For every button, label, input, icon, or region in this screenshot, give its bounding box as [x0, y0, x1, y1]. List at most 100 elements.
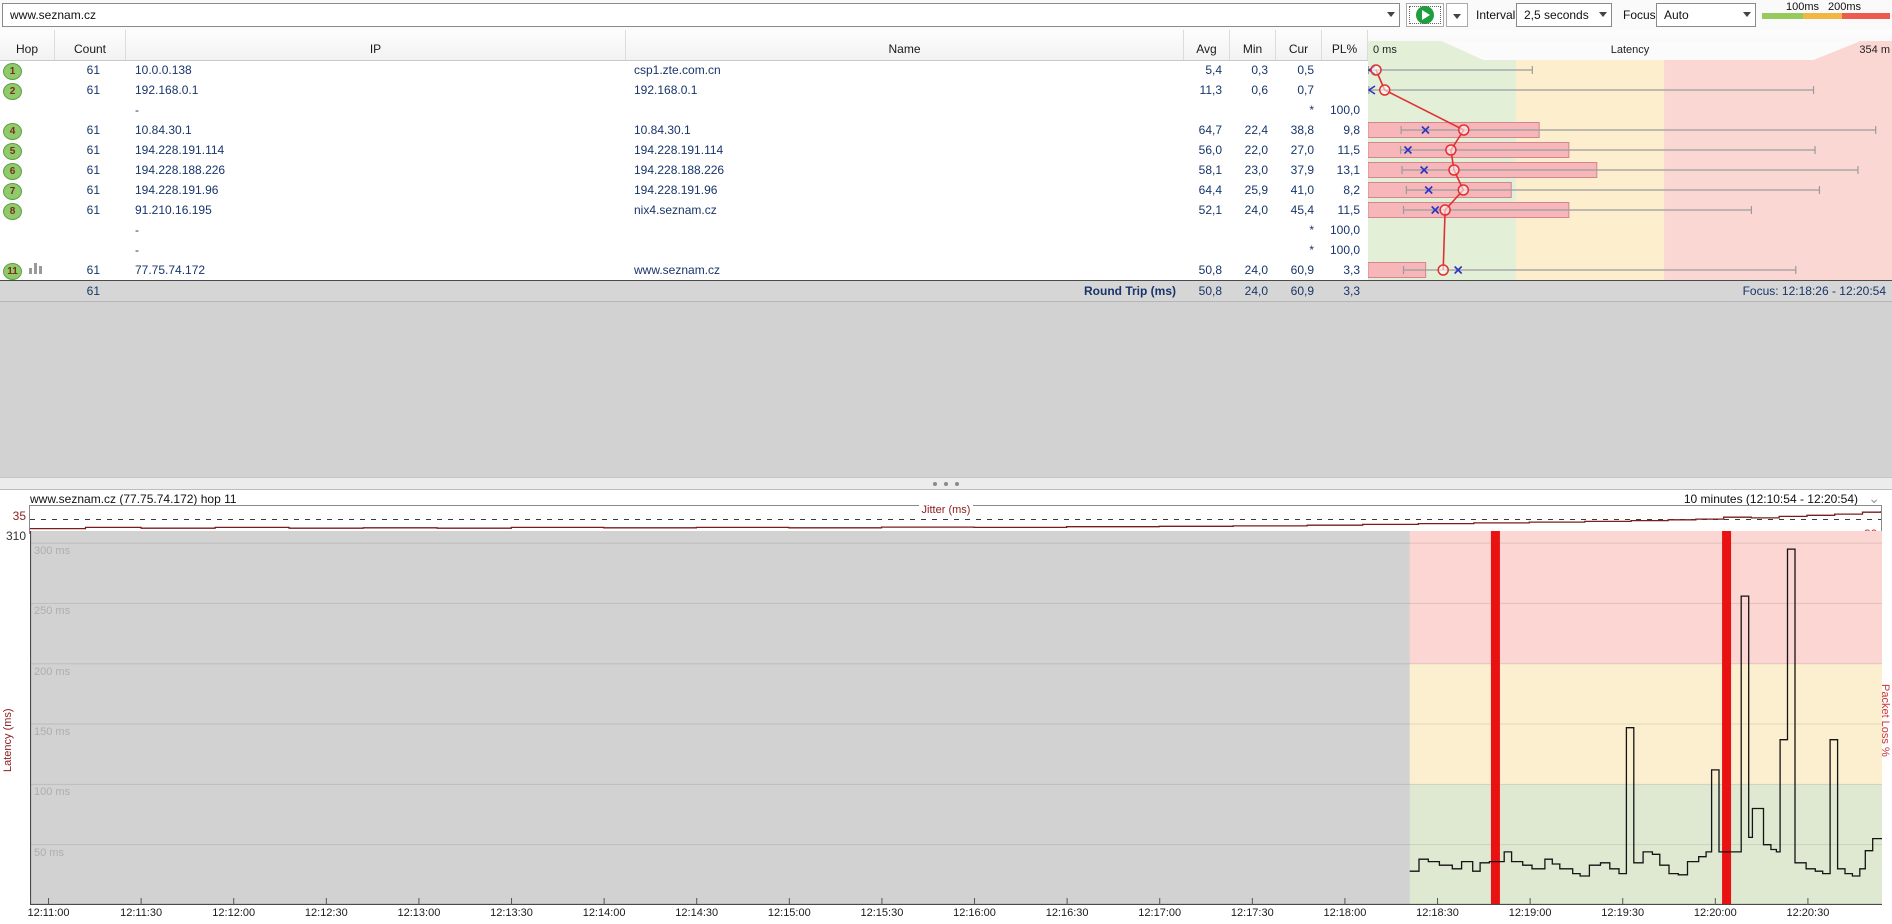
hop-number-badge: 1 — [3, 63, 22, 80]
cell-name — [634, 100, 1174, 120]
cell-hop — [0, 220, 55, 240]
time-plot-svg — [30, 531, 1882, 905]
col-header-cur[interactable]: Cur — [1276, 30, 1322, 60]
cell-hop: 2 — [0, 80, 55, 100]
cell-pl — [1322, 60, 1360, 80]
cell-ip: - — [135, 240, 615, 260]
time-axis-label: 12:19:00 — [1509, 907, 1552, 919]
latency-color-legend: 100ms 200ms — [1762, 0, 1890, 30]
pingplotter-window: www.seznam.cz Interval 2,5 seconds Focus… — [0, 0, 1892, 924]
col-header-min[interactable]: Min — [1230, 30, 1276, 60]
hop-number-badge: 5 — [3, 143, 22, 160]
cell-cur: * — [1276, 240, 1314, 260]
cell-cur: * — [1276, 100, 1314, 120]
cell-min — [1230, 100, 1268, 120]
focus-combobox[interactable]: Auto — [1656, 3, 1756, 27]
cell-name: 194.228.191.114 — [634, 140, 1174, 160]
cell-avg: 50,8 — [1184, 260, 1222, 280]
start-trace-dropdown-button[interactable] — [1446, 3, 1468, 27]
cell-cur: 0,7 — [1276, 80, 1314, 100]
cell-pl: 9,8 — [1322, 120, 1360, 140]
cell-ip: 194.228.191.96 — [135, 180, 615, 200]
time-axis-label: 12:12:00 — [212, 907, 255, 919]
legend-red-swatch — [1842, 13, 1890, 19]
cell-name: 10.84.30.1 — [634, 120, 1174, 140]
chevron-down-icon[interactable] — [1599, 12, 1607, 17]
cell-min — [1230, 220, 1268, 240]
target-address-combobox[interactable]: www.seznam.cz — [2, 3, 1400, 27]
latency-axis-title: Latency (ms) — [2, 610, 14, 870]
interval-combobox[interactable]: 2,5 seconds — [1516, 3, 1612, 27]
cell-name: 194.228.191.96 — [634, 180, 1174, 200]
cell-name — [634, 240, 1174, 260]
cell-name — [634, 220, 1174, 240]
cell-name: www.seznam.cz — [634, 260, 1174, 280]
cell-min: 24,0 — [1230, 260, 1268, 280]
cell-pl: 11,5 — [1322, 200, 1360, 220]
cell-ip: 192.168.0.1 — [135, 80, 615, 100]
time-axis-label: 12:20:00 — [1694, 907, 1737, 919]
time-axis-label: 12:17:30 — [1231, 907, 1274, 919]
col-header-name[interactable]: Name — [626, 30, 1184, 60]
time-axis-label: 12:11:00 — [28, 907, 70, 919]
latency-scale-max: 354 m — [1859, 44, 1890, 56]
roundtrip-min: 24,0 — [1230, 281, 1268, 301]
hop-number-badge: 2 — [3, 83, 22, 100]
cell-avg: 52,1 — [1184, 200, 1222, 220]
col-header-count[interactable]: Count — [55, 30, 126, 60]
time-plot[interactable] — [30, 531, 1882, 905]
col-header-ip[interactable]: IP — [126, 30, 626, 60]
col-header-latency[interactable]: 0 ms Latency 354 m — [1368, 30, 1892, 60]
cell-hop: 7 — [0, 180, 55, 200]
cell-cur: 41,0 — [1276, 180, 1314, 200]
cell-avg: 64,4 — [1184, 180, 1222, 200]
time-axis-label: 12:17:00 — [1138, 907, 1181, 919]
cell-ip: - — [135, 100, 615, 120]
focus-label: Focus — [1623, 8, 1656, 22]
cell-name: nix4.seznam.cz — [634, 200, 1174, 220]
cell-min: 0,6 — [1230, 80, 1268, 100]
col-header-pl[interactable]: PL% — [1322, 30, 1368, 60]
cell-count: 61 — [55, 160, 100, 180]
time-graph-pane: www.seznam.cz (77.75.74.172) hop 11 10 m… — [0, 489, 1892, 924]
time-axis-label: 12:14:00 — [583, 907, 626, 919]
cell-name: csp1.zte.com.cn — [634, 60, 1174, 80]
cell-count — [55, 240, 100, 260]
cell-hop — [0, 100, 55, 120]
chevron-down-icon[interactable] — [1743, 12, 1751, 17]
cell-pl: 8,2 — [1322, 180, 1360, 200]
chevron-down-icon[interactable] — [1387, 12, 1395, 17]
target-address-value: www.seznam.cz — [10, 8, 96, 22]
cell-avg — [1184, 220, 1222, 240]
trace-table-header: Hop Count IP Name Avg Min Cur PL% 0 ms L… — [0, 30, 1892, 61]
time-axis-label: 12:13:30 — [490, 907, 533, 919]
cell-hop — [0, 240, 55, 260]
legend-200ms-label: 200ms — [1828, 1, 1861, 13]
cell-min: 0,3 — [1230, 60, 1268, 80]
cell-avg: 64,7 — [1184, 120, 1222, 140]
cell-hop: 1 — [0, 60, 55, 80]
start-trace-button[interactable] — [1406, 3, 1444, 27]
legend-orange-swatch — [1803, 13, 1842, 19]
cell-hop: 8 — [0, 200, 55, 220]
hop-number-badge: 6 — [3, 163, 22, 180]
hop-latency-graph — [1368, 60, 1892, 280]
cell-min: 25,9 — [1230, 180, 1268, 200]
cell-cur: 60,9 — [1276, 260, 1314, 280]
col-header-hop[interactable]: Hop — [0, 30, 55, 60]
cell-hop: 4 — [0, 120, 55, 140]
time-range-selector[interactable]: 10 minutes (12:10:54 - 12:20:54) — [1684, 492, 1858, 506]
hop-number-badge: 4 — [3, 123, 22, 140]
time-axis-label: 12:18:30 — [1416, 907, 1459, 919]
cell-ip: 77.75.74.172 — [135, 260, 615, 280]
cell-name: 192.168.0.1 — [634, 80, 1174, 100]
cell-avg: 5,4 — [1184, 60, 1222, 80]
cell-cur: 37,9 — [1276, 160, 1314, 180]
time-axis-label: 12:11:30 — [120, 907, 162, 919]
cell-cur: 38,8 — [1276, 120, 1314, 140]
cell-cur: * — [1276, 220, 1314, 240]
round-trip-row: 61 Round Trip (ms) 50,8 24,0 60,9 3,3 Fo… — [0, 280, 1892, 301]
cell-avg — [1184, 240, 1222, 260]
cell-name: 194.228.188.226 — [634, 160, 1174, 180]
col-header-avg[interactable]: Avg — [1184, 30, 1230, 60]
